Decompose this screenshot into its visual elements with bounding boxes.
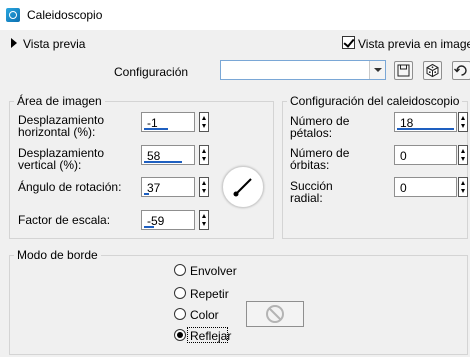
edge-mode-group [9,255,468,355]
live-preview-label[interactable]: Vista previa en imagen [358,37,470,51]
save-preset-button[interactable] [394,61,413,80]
rotation-bar [144,193,149,195]
save-icon [397,64,410,77]
rotation-input[interactable]: 37 [141,177,195,197]
v-offset-bar [144,161,182,163]
scale-input[interactable]: -59 [141,210,195,230]
v-offset-input[interactable]: 58 [141,145,195,165]
radio-reflect-label[interactable]: Reflejar [190,329,231,343]
scale-stepper[interactable] [199,210,209,230]
chevron-down-icon[interactable] [369,61,385,79]
orbits-label: Número de órbitas: [290,146,350,172]
orbits-value: 0 [400,149,407,163]
image-area-title: Área de imagen [14,94,105,108]
app-icon [6,8,20,22]
radio-repeat[interactable] [174,287,186,299]
h-offset-bar [144,128,168,130]
radio-wrap-label[interactable]: Envolver [190,264,237,278]
expand-arrow-icon[interactable] [11,38,17,48]
rotation-value: 37 [147,181,161,195]
reset-icon [454,65,467,76]
suction-value: 0 [400,181,407,195]
suction-label: Succión radial: [290,179,333,205]
radio-reflect[interactable] [174,329,186,341]
suction-stepper[interactable] [458,177,468,197]
window-title: Caleidoscopio [27,8,103,22]
radio-repeat-label[interactable]: Repetir [190,287,229,301]
petals-input[interactable]: 18 [394,112,457,132]
radio-color-label[interactable]: Color [190,308,219,322]
v-offset-stepper[interactable] [199,145,209,165]
edge-mode-title: Modo de borde [14,248,101,262]
rotation-label: Ángulo de rotación: [18,180,122,194]
scale-bar [144,226,154,228]
scale-label: Factor de escala: [18,213,111,227]
petals-bar [397,128,454,130]
preview-toggle-label[interactable]: Vista previa [23,37,85,51]
kaleido-title: Configuración del caleidoscopio [287,94,463,108]
radio-wrap[interactable] [174,264,186,276]
edge-color-swatch[interactable] [246,301,304,327]
checkmark-icon [343,36,355,48]
suction-input[interactable]: 0 [394,177,457,197]
h-offset-label: Desplazamiento horizontal (%): [18,113,105,139]
petals-label: Número de pétalos: [290,114,350,140]
rotation-stepper[interactable] [199,177,209,197]
config-label: Configuración [114,65,189,79]
v-offset-label: Desplazamiento vertical (%): [18,146,105,172]
config-dropdown[interactable] [220,60,386,80]
title-bar: Caleidoscopio [0,0,470,30]
radio-color[interactable] [174,308,186,320]
rotation-dial[interactable] [222,166,264,208]
orbits-input[interactable]: 0 [394,145,457,165]
h-offset-input[interactable]: -1 [141,112,195,132]
dice-icon [426,63,439,78]
reset-button[interactable] [452,61,470,80]
orbits-stepper[interactable] [458,145,468,165]
randomize-button[interactable] [423,61,442,80]
h-offset-stepper[interactable] [199,112,209,132]
petals-stepper[interactable] [458,112,468,132]
live-preview-checkbox[interactable] [342,36,355,49]
disabled-icon [266,305,284,323]
dial-needle-icon [233,178,252,197]
